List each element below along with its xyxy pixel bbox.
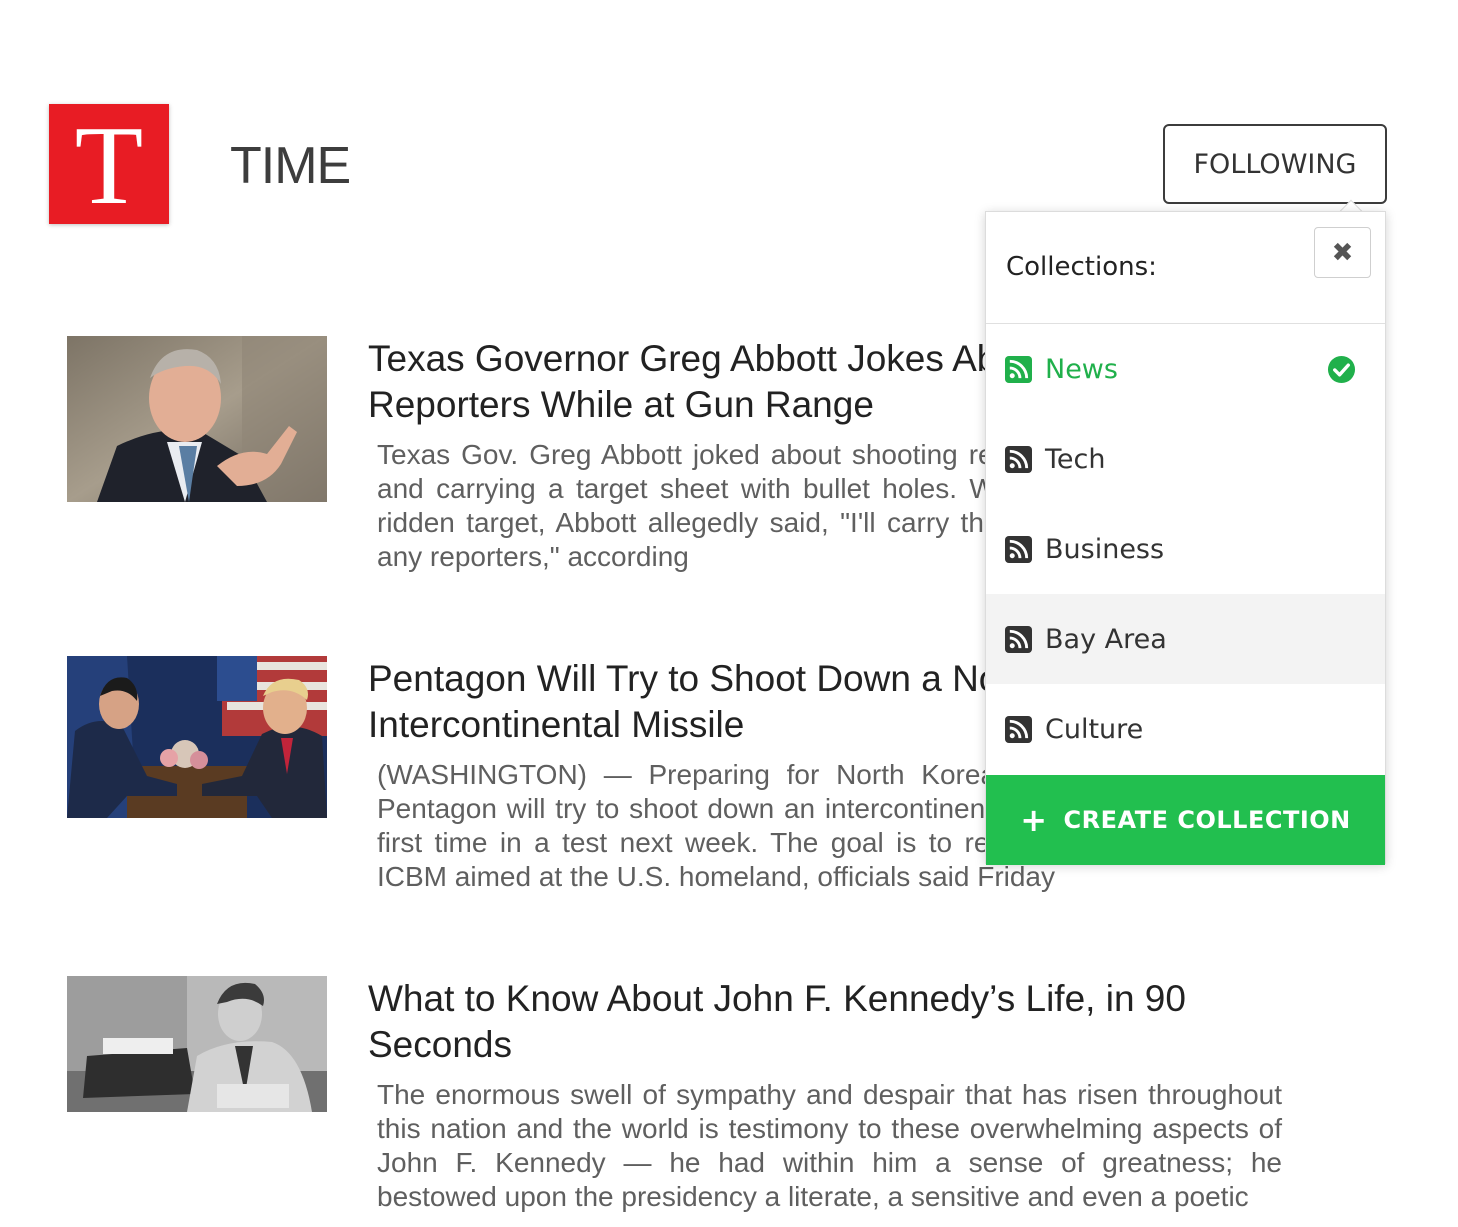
man-in-suit-pointing-photo (67, 336, 327, 502)
collection-item-tech[interactable]: Tech (986, 414, 1385, 504)
article-headline[interactable]: What to Know About John F. Kennedy’s Lif… (368, 976, 1268, 1068)
logo-letter: T (74, 104, 144, 228)
leaders-handshake-photo (67, 656, 327, 818)
collection-label: News (1045, 353, 1118, 385)
collection-item-bay-area[interactable]: Bay Area (986, 594, 1385, 684)
publication-logo: T (49, 104, 169, 224)
rss-icon (1005, 625, 1032, 653)
create-collection-label: CREATE COLLECTION (1063, 806, 1351, 834)
collections-popover: Collections: ✖ News Tech Business Bay Ar… (985, 211, 1386, 865)
article-thumbnail[interactable] (67, 656, 327, 818)
create-collection-button[interactable]: + CREATE COLLECTION (986, 775, 1385, 865)
collection-item-business[interactable]: Business (986, 504, 1385, 594)
rss-icon (1005, 445, 1032, 473)
collection-label: Bay Area (1045, 623, 1167, 655)
check-circle-icon (1327, 355, 1356, 384)
publication-title: TIME (230, 137, 351, 195)
rss-icon (1005, 355, 1032, 383)
article-thumbnail[interactable] (67, 336, 327, 502)
rss-icon (1005, 535, 1032, 563)
article-summary: The enormous swell of sympathy and despa… (377, 1079, 1282, 1212)
popover-header: Collections: ✖ (986, 212, 1385, 324)
collection-label: Tech (1045, 443, 1106, 475)
collection-item-news[interactable]: News (986, 324, 1385, 414)
article-thumbnail[interactable] (67, 976, 327, 1112)
man-at-typewriter-photo (67, 976, 327, 1112)
popover-title: Collections: (1006, 252, 1157, 282)
plus-icon: + (1020, 801, 1048, 839)
collection-label: Business (1045, 533, 1165, 565)
collection-label: Culture (1045, 713, 1144, 745)
close-button[interactable]: ✖ (1314, 227, 1371, 278)
close-icon: ✖ (1331, 237, 1354, 267)
following-button[interactable]: FOLLOWING (1163, 124, 1387, 204)
collection-item-culture[interactable]: Culture (986, 684, 1385, 774)
article-item[interactable]: What to Know About John F. Kennedy’s Lif… (67, 976, 1297, 1227)
rss-icon (1005, 715, 1032, 743)
